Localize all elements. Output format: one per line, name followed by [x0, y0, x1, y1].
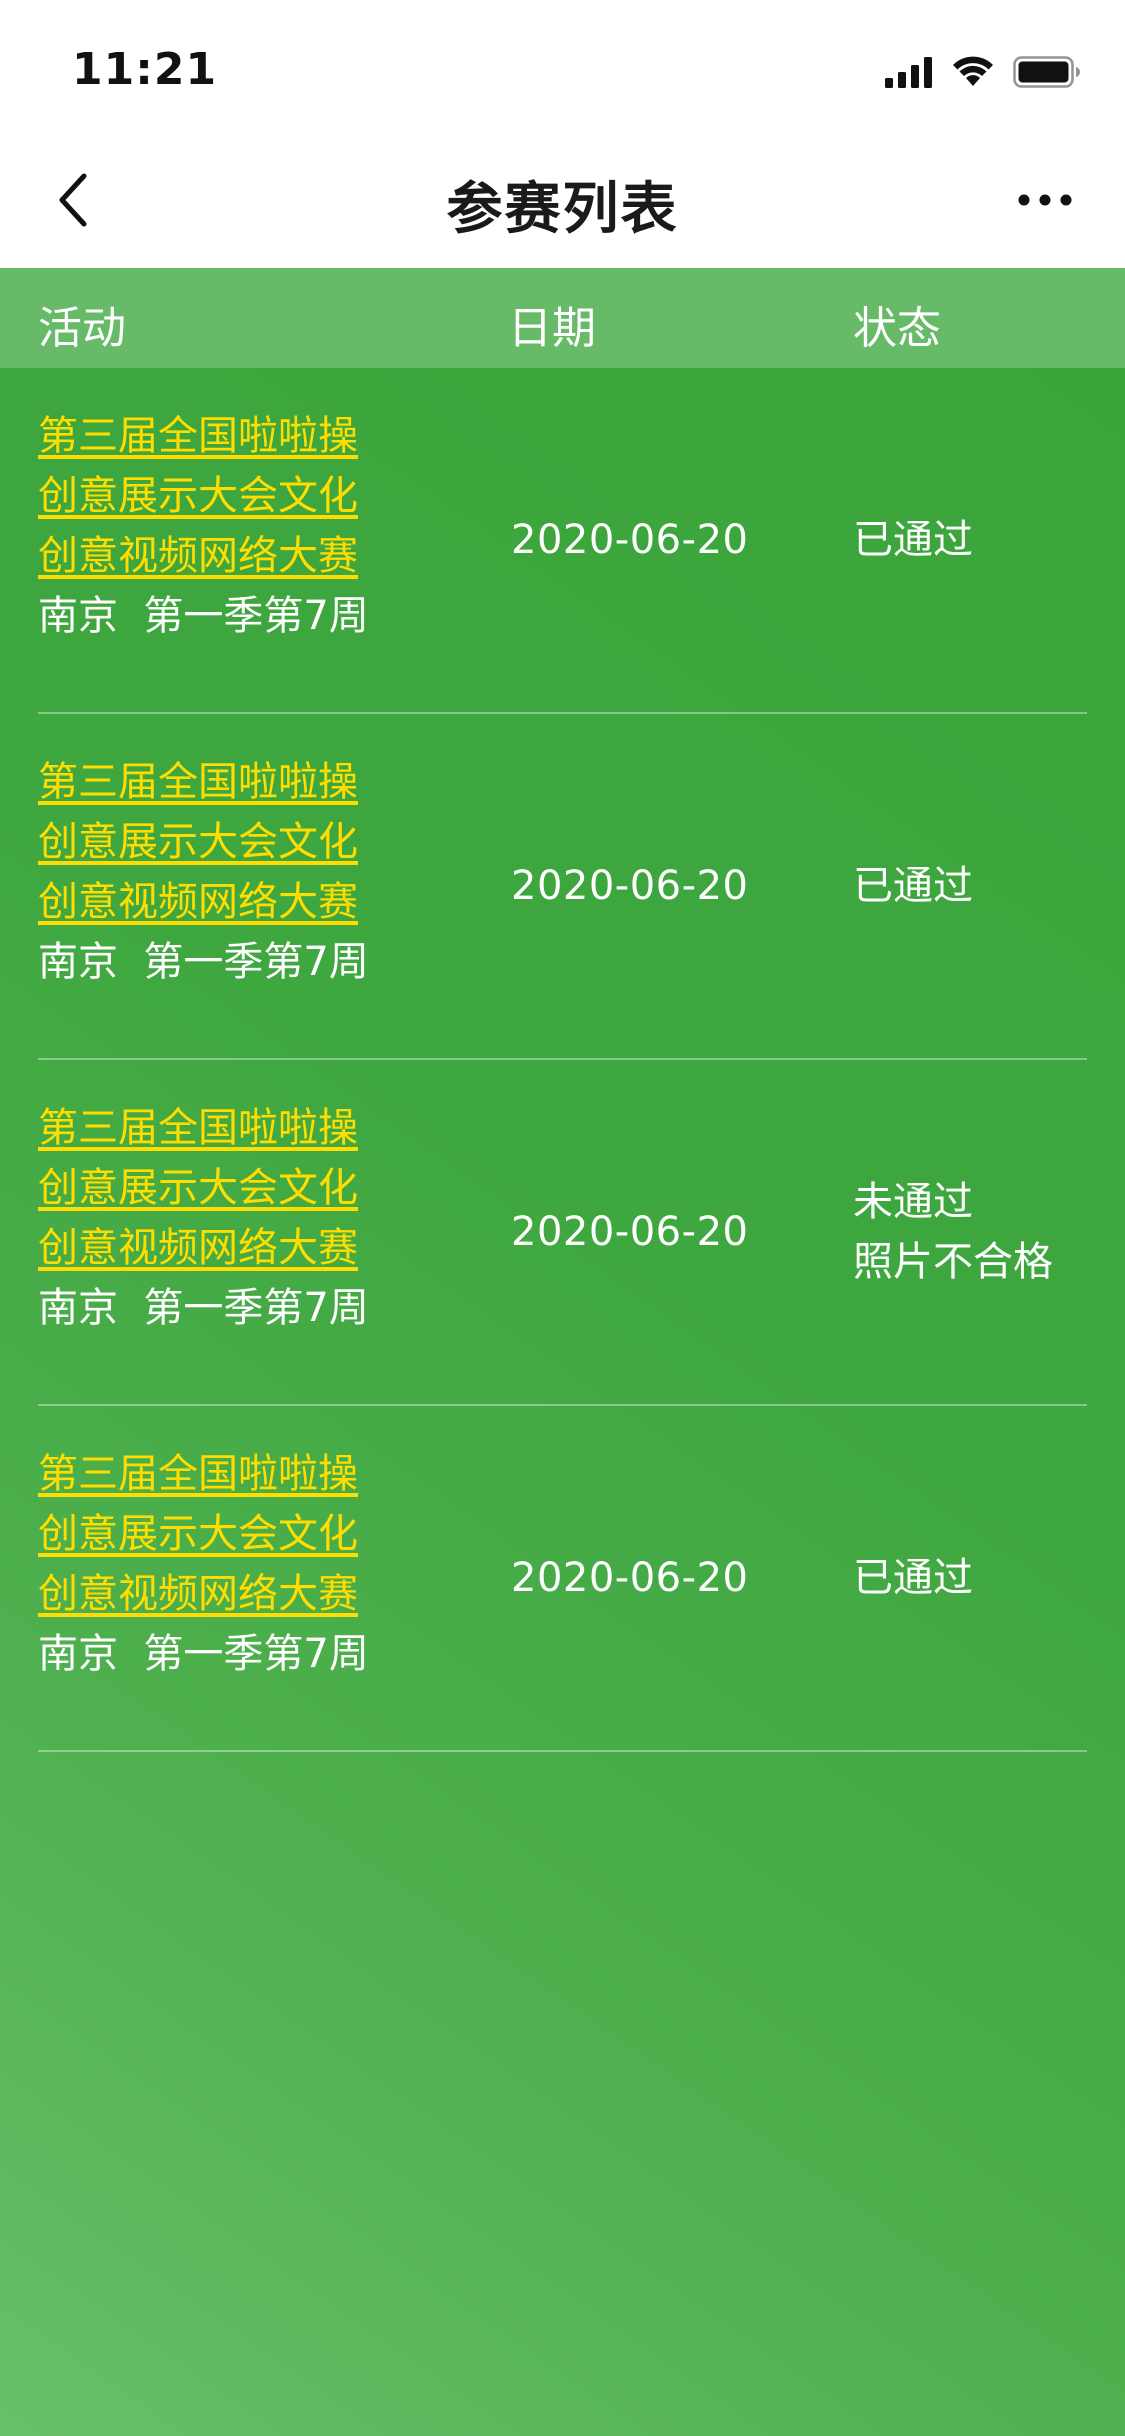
- date-cell: 2020-06-20: [511, 517, 749, 563]
- activity-meta: 南京 第一季第7周: [38, 1285, 369, 1331]
- date-cell: 2020-06-20: [511, 1555, 749, 1601]
- activity-link[interactable]: 第三届全国啦啦操 创意展示大会文化 创意视频网络大赛: [38, 406, 458, 586]
- table-row: 第三届全国啦啦操 创意展示大会文化 创意视频网络大赛 南京 第一季第7周 202…: [38, 714, 1087, 1060]
- wifi-icon: [953, 56, 993, 86]
- activity-link[interactable]: 第三届全国啦啦操 创意展示大会文化 创意视频网络大赛: [38, 1098, 458, 1278]
- status-text: 已通过: [853, 1555, 973, 1601]
- activity-link[interactable]: 第三届全国啦啦操 创意展示大会文化 创意视频网络大赛: [38, 752, 458, 932]
- activity-cell: 第三届全国啦啦操 创意展示大会文化 创意视频网络大赛 南京 第一季第7周: [38, 406, 458, 646]
- content-area: 活动 日期 状态 第三届全国啦啦操 创意展示大会文化 创意视频网络大赛 南京 第…: [0, 268, 1125, 2436]
- activity-cell: 第三届全国啦啦操 创意展示大会文化 创意视频网络大赛 南京 第一季第7周: [38, 752, 458, 992]
- battery-icon: [1013, 56, 1080, 88]
- activity-meta: 南京 第一季第7周: [38, 939, 369, 985]
- page-title: 参赛列表: [446, 177, 679, 242]
- table-row: 第三届全国啦啦操 创意展示大会文化 创意视频网络大赛 南京 第一季第7周 202…: [38, 1406, 1087, 1752]
- status-icons: [885, 56, 1081, 88]
- header-date: 日期: [508, 303, 596, 354]
- table-body: 第三届全国啦啦操 创意展示大会文化 创意视频网络大赛 南京 第一季第7周 202…: [0, 368, 1125, 1752]
- status-cell: 已通过: [853, 714, 973, 1058]
- status-cell: 已通过: [853, 1406, 973, 1750]
- activity-cell: 第三届全国啦啦操 创意展示大会文化 创意视频网络大赛 南京 第一季第7周: [38, 1444, 458, 1684]
- table-row: 第三届全国啦啦操 创意展示大会文化 创意视频网络大赛 南京 第一季第7周 202…: [38, 368, 1087, 714]
- status-cell: 未通过 照片不合格: [853, 1060, 1053, 1404]
- header-status: 状态: [853, 303, 941, 354]
- activity-cell: 第三届全国啦啦操 创意展示大会文化 创意视频网络大赛 南京 第一季第7周: [38, 1098, 458, 1338]
- more-button[interactable]: [995, 158, 1095, 242]
- table-row: 第三届全国啦啦操 创意展示大会文化 创意视频网络大赛 南京 第一季第7周 202…: [38, 1060, 1087, 1406]
- activity-link[interactable]: 第三届全国啦啦操 创意展示大会文化 创意视频网络大赛: [38, 1444, 458, 1624]
- nav-bar: 参赛列表: [0, 132, 1125, 268]
- table-header: 活动 日期 状态: [0, 268, 1125, 368]
- status-text: 已通过: [853, 517, 973, 563]
- header-activity: 活动: [38, 303, 126, 354]
- activity-meta: 南京 第一季第7周: [38, 1631, 369, 1677]
- activity-meta: 南京 第一季第7周: [38, 593, 369, 639]
- status-reason: 照片不合格: [853, 1239, 1053, 1285]
- status-cell: 已通过: [853, 368, 973, 712]
- signal-icon: [885, 57, 932, 88]
- status-text: 已通过: [853, 863, 973, 909]
- status-bar: 11:21: [0, 0, 1125, 132]
- more-icon: [1018, 194, 1072, 206]
- date-cell: 2020-06-20: [511, 863, 749, 909]
- status-time: 11:21: [72, 44, 218, 95]
- status-text: 未通过: [853, 1179, 973, 1225]
- date-cell: 2020-06-20: [511, 1209, 749, 1255]
